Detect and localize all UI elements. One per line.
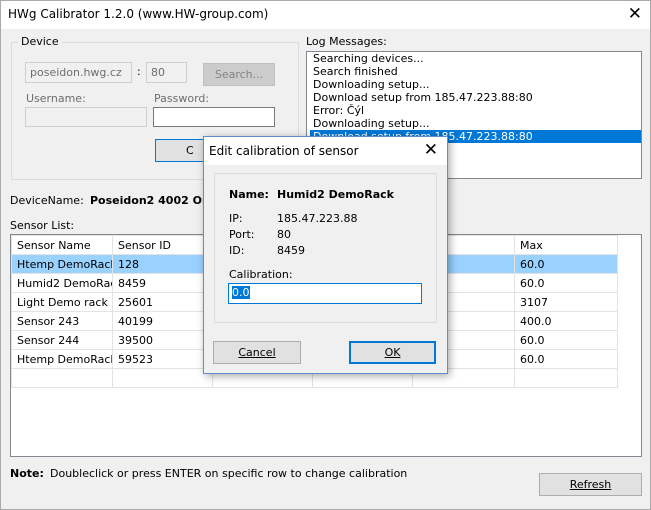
device-name-label: DeviceName: xyxy=(10,194,84,207)
refresh-button-label: Refresh xyxy=(569,478,612,491)
dialog-title: Edit calibration of sensor xyxy=(209,144,359,158)
search-button-label: Search... xyxy=(214,68,264,81)
log-line[interactable]: Error: Čýl xyxy=(310,104,641,117)
table-cell: Htemp DemoRack xyxy=(11,349,113,369)
dialog-port-value: 80 xyxy=(277,228,291,241)
device-name-value: Poseidon2 4002 Onl xyxy=(90,194,214,207)
cancel-button[interactable]: Cancel xyxy=(213,341,301,364)
ok-button-label: OK xyxy=(384,346,401,359)
table-cell: Sensor 244 xyxy=(11,330,113,350)
dialog-id-label: ID: xyxy=(229,244,245,257)
refresh-button[interactable]: Refresh xyxy=(539,473,642,496)
calibration-input-value: 0.0 xyxy=(232,286,250,299)
dialog-title-bar: Edit calibration of sensor ✕ xyxy=(204,137,447,165)
username-label: Username: xyxy=(26,92,86,105)
ok-button[interactable]: OK xyxy=(349,341,436,364)
close-icon[interactable]: ✕ xyxy=(628,4,642,24)
title-bar: HWg Calibrator 1.2.0 (www.HW-group.com) … xyxy=(1,1,650,29)
sensor-list-label: Sensor List: xyxy=(10,219,75,232)
note-label: Note: xyxy=(10,467,44,480)
log-line[interactable]: Searching devices... xyxy=(310,52,641,65)
cancel-button-label: Cancel xyxy=(238,346,276,359)
note-text: Doubleclick or press ENTER on specific r… xyxy=(50,467,408,480)
host-input[interactable]: poseidon.hwg.cz xyxy=(25,62,132,83)
calibration-input[interactable]: 0.0 xyxy=(228,283,422,304)
table-cell: 40199 xyxy=(112,311,213,331)
table-cell: 60.0 xyxy=(514,349,618,369)
table-cell xyxy=(514,368,618,388)
calibration-dialog: Edit calibration of sensor ✕ Name: Humid… xyxy=(203,136,448,374)
table-cell: 60.0 xyxy=(514,330,618,350)
table-cell: 39500 xyxy=(112,330,213,350)
dialog-port-label: Port: xyxy=(229,228,255,241)
search-button[interactable]: Search... xyxy=(203,63,275,86)
table-cell: 128 xyxy=(112,254,213,274)
dialog-ip-label: IP: xyxy=(229,212,243,225)
port-input[interactable]: 80 xyxy=(146,62,187,83)
dialog-name-value: Humid2 DemoRack xyxy=(277,188,394,201)
dialog-ip-value: 185.47.223.88 xyxy=(277,212,358,225)
log-line[interactable]: Downloading setup... xyxy=(310,78,641,91)
table-cell: 59523 xyxy=(112,349,213,369)
log-line[interactable]: Downloading setup... xyxy=(310,117,641,130)
dialog-name-label: Name: xyxy=(229,188,269,201)
window-title: HWg Calibrator 1.2.0 (www.HW-group.com) xyxy=(8,7,269,21)
column-header[interactable]: Sensor Name xyxy=(11,235,113,255)
calibration-label: Calibration: xyxy=(229,268,293,281)
log-line[interactable]: Download setup from 185.47.223.88:80 xyxy=(310,91,641,104)
log-line[interactable]: Search finished xyxy=(310,65,641,78)
column-header[interactable]: Max xyxy=(514,235,618,255)
table-cell: 400.0 xyxy=(514,311,618,331)
table-cell xyxy=(112,368,213,388)
table-cell: Humid2 DemoRack xyxy=(11,273,113,293)
table-cell: 25601 xyxy=(112,292,213,312)
password-label: Password: xyxy=(154,92,210,105)
table-cell: Light Demo rack xyxy=(11,292,113,312)
table-cell xyxy=(11,368,113,388)
table-cell: Htemp DemoRack xyxy=(11,254,113,274)
connect-button[interactable]: C xyxy=(155,139,205,162)
port-separator: : xyxy=(137,65,141,78)
dialog-close-icon[interactable]: ✕ xyxy=(424,140,438,160)
table-cell: 3107 xyxy=(514,292,618,312)
dialog-id-value: 8459 xyxy=(277,244,305,257)
column-header[interactable]: Sensor ID xyxy=(112,235,213,255)
connect-button-label: C xyxy=(186,144,194,157)
table-cell: 60.0 xyxy=(514,254,618,274)
log-label: Log Messages: xyxy=(306,35,387,48)
table-cell: Sensor 243 xyxy=(11,311,113,331)
password-input[interactable] xyxy=(153,107,275,127)
table-cell: 8459 xyxy=(112,273,213,293)
log-lines: Searching devices... Search finished Downl… xyxy=(307,52,641,143)
table-cell: 60.0 xyxy=(514,273,618,293)
username-input[interactable] xyxy=(25,107,147,127)
device-group-label: Device xyxy=(18,35,62,48)
